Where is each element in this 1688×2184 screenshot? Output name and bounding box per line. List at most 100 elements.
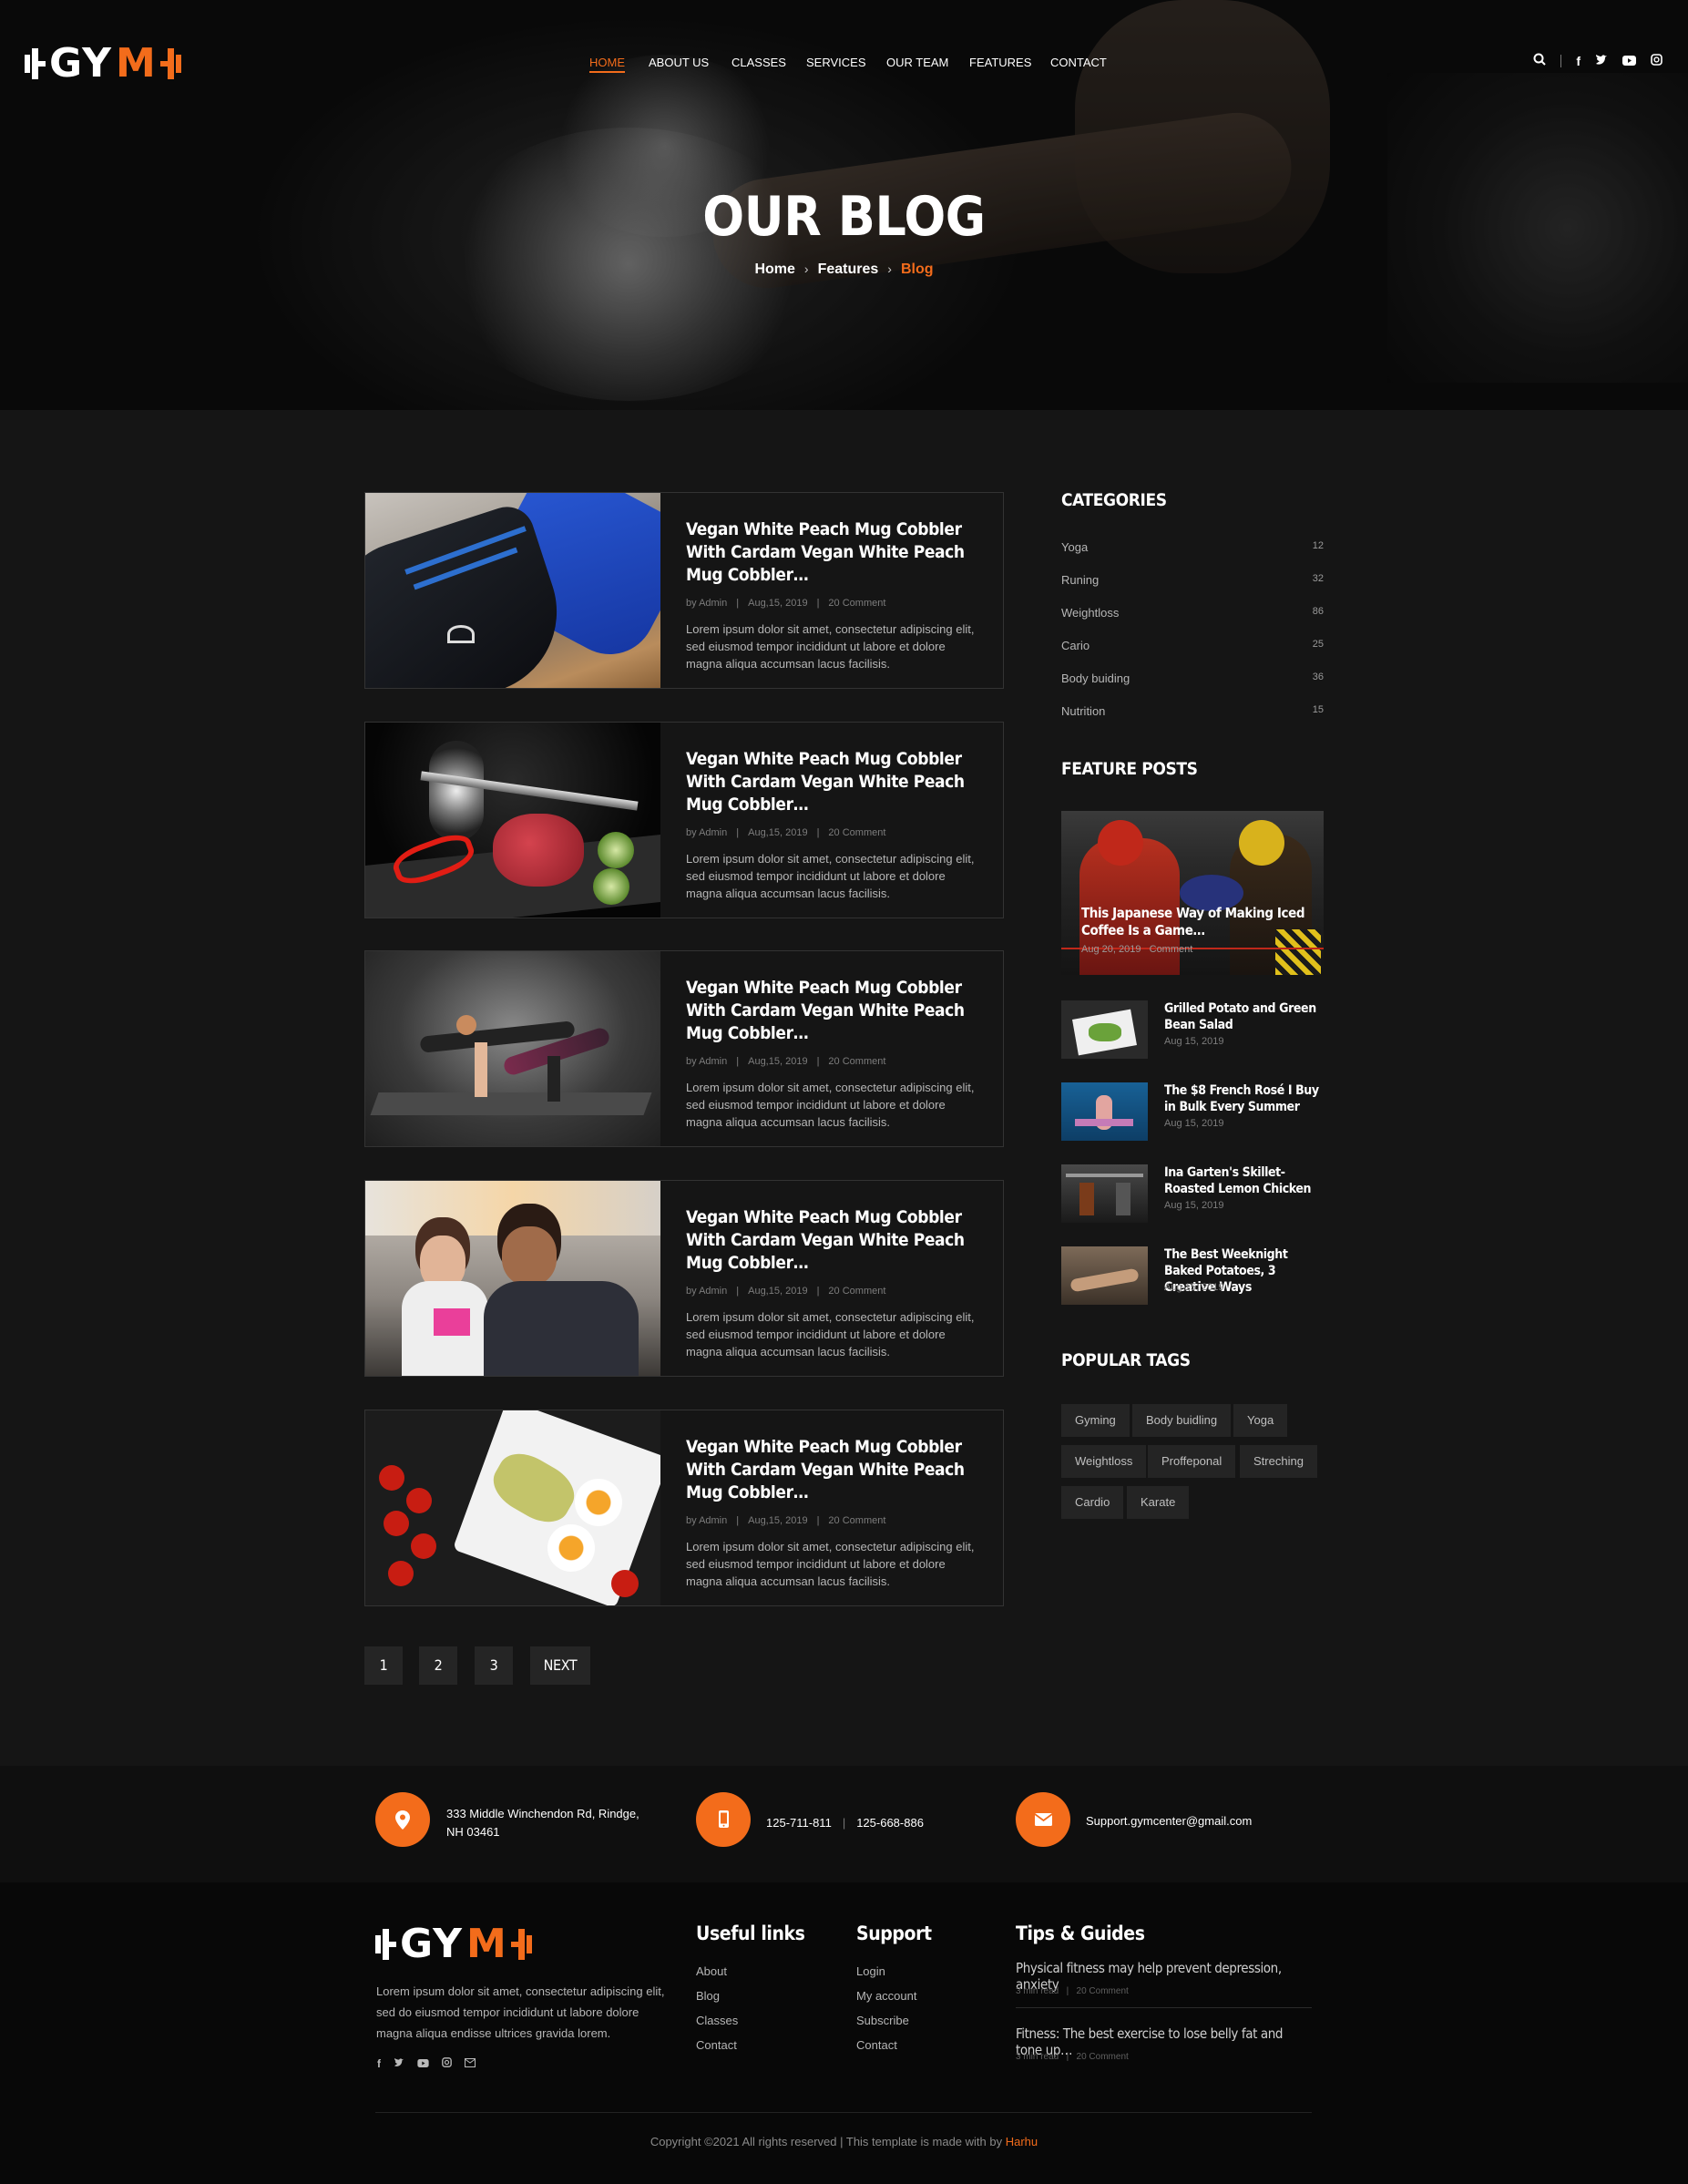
tag-gyming[interactable]: Gyming [1061,1404,1130,1437]
nav-home[interactable]: HOME [589,56,625,73]
youtube-icon[interactable] [417,2057,429,2070]
page-2-button[interactable]: 2 [419,1646,457,1685]
post-thumbnail-image[interactable] [365,951,660,1146]
post-comments[interactable]: 20 Comment [828,1286,885,1297]
next-page-button[interactable]: NEXT [530,1646,590,1685]
post-author[interactable]: by Admin [686,1056,727,1067]
post-date: Aug,15, 2019 [748,1515,808,1526]
chevron-right-icon: › [887,261,892,276]
nav-about-us[interactable]: ABOUT US [649,56,709,69]
post-comments[interactable]: 20 Comment [828,598,885,609]
categories-heading: CATEGORIES [1061,490,1167,510]
footer-link-blog[interactable]: Blog [696,1989,720,2003]
page-1-button[interactable]: 1 [364,1646,403,1685]
contact-strip: 333 Middle Winchendon Rd, Rindge, NH 0346… [0,1766,1688,1882]
post-meta: by Admin | Aug,15, 2019 | 20 Comment [686,827,886,838]
post-thumbnail-image[interactable] [365,493,660,688]
envelope-icon[interactable] [465,2057,476,2070]
copyright: Copyright ©2021 All rights reserved | Th… [650,2135,1038,2148]
instagram-icon[interactable] [1651,53,1662,68]
tag-weightloss[interactable]: Weightloss [1061,1445,1147,1478]
tag-proffeponal[interactable]: Proffeponal [1148,1445,1236,1478]
site-logo[interactable]: GY M [25,40,181,87]
chevron-right-icon: › [803,261,809,276]
nav-features[interactable]: FEATURES [969,56,1031,69]
category-item[interactable]: Body buiding 36 [1061,672,1324,685]
map-pin-icon [375,1792,430,1847]
popular-tags-heading: POPULAR TAGS [1061,1350,1191,1370]
feature-post-item[interactable]: The $8 French Rosé I Buy in Bulk Every S… [1061,1082,1325,1141]
footer-link-classes[interactable]: Classes [696,2014,738,2027]
feature-post-title[interactable]: This Japanese Way of Making Iced Coffee … [1081,905,1309,939]
facebook-icon[interactable]: f [377,2057,381,2070]
envelope-icon [1016,1792,1070,1847]
feature-post-main[interactable]: This Japanese Way of Making Iced Coffee … [1061,811,1324,975]
nav-classes[interactable]: CLASSES [731,56,786,69]
post-title[interactable]: Vegan White Peach Mug Cobbler With Carda… [686,1436,977,1504]
post-date: Aug,15, 2019 [748,598,808,609]
nav-our-team[interactable]: OUR TEAM [886,56,948,69]
dumbbell-right-icon [510,1928,532,1960]
category-item[interactable]: Cario 25 [1061,639,1324,652]
tag-yoga[interactable]: Yoga [1233,1404,1288,1437]
post-title[interactable]: Vegan White Peach Mug Cobbler With Carda… [686,1206,977,1275]
contact-email[interactable]: Support.gymcenter@gmail.com [1086,1812,1252,1830]
nav-services[interactable]: SERVICES [806,56,866,69]
tag-karate[interactable]: Karate [1127,1486,1190,1519]
feature-post-item[interactable]: Grilled Potato and Green Bean Salad Aug … [1061,1000,1325,1059]
post-thumbnail-image[interactable] [365,1410,660,1605]
post-date: Aug,15, 2019 [748,1056,808,1067]
footer-link-about[interactable]: About [696,1964,727,1978]
post-author[interactable]: by Admin [686,598,727,609]
category-item[interactable]: Nutrition 15 [1061,704,1324,718]
feature-post-thumbnail [1061,1164,1148,1223]
breadcrumb: Home › Features › Blog [0,261,1688,278]
post-author[interactable]: by Admin [686,827,727,838]
post-comments[interactable]: 20 Comment [828,1515,885,1526]
tag-cardio[interactable]: Cardio [1061,1486,1124,1519]
tips-guides-heading: Tips & Guides [1016,1923,1145,1944]
category-item[interactable]: Runing 32 [1061,573,1324,587]
tag-body-buidling[interactable]: Body buidling [1132,1404,1232,1437]
divider [1016,2007,1312,2008]
page-3-button[interactable]: 3 [475,1646,513,1685]
footer-link-contact[interactable]: Contact [696,2038,737,2052]
post-title[interactable]: Vegan White Peach Mug Cobbler With Carda… [686,518,977,587]
logo-text-accent: M [116,40,157,87]
footer-logo[interactable]: GY M [375,1921,532,1967]
instagram-icon[interactable] [442,2057,452,2070]
post-title[interactable]: Vegan White Peach Mug Cobbler With Carda… [686,977,977,1045]
feature-post-thumbnail [1061,1082,1148,1141]
breadcrumb-features[interactable]: Features [818,261,879,277]
search-icon[interactable] [1533,53,1547,68]
post-author[interactable]: by Admin [686,1515,727,1526]
facebook-icon[interactable]: f [1576,54,1581,68]
tag-streching[interactable]: Streching [1240,1445,1317,1478]
page-title: OUR BLOG [702,185,986,249]
post-author[interactable]: by Admin [686,1286,727,1297]
breadcrumb-home[interactable]: Home [754,261,794,277]
post-excerpt: Lorem ipsum dolor sit amet, consectetur … [686,852,975,900]
category-item[interactable]: Yoga 12 [1061,540,1324,554]
post-title[interactable]: Vegan White Peach Mug Cobbler With Carda… [686,748,977,816]
logo-text: GY [49,40,113,87]
nav-contact[interactable]: CONTACT [1050,56,1107,69]
footer-link-login[interactable]: Login [856,1964,885,1978]
credit-link[interactable]: Harhu [1006,2135,1038,2148]
feature-post-thumbnail [1061,1000,1148,1059]
feature-post-item[interactable]: Ina Garten's Skillet-Roasted Lemon Chick… [1061,1164,1325,1223]
post-date: Aug,15, 2019 [748,827,808,838]
post-thumbnail-image[interactable] [365,1181,660,1376]
footer-link-support-contact[interactable]: Contact [856,2038,897,2052]
tip-meta: 3 min read | 20 Comment [1016,1986,1129,1996]
feature-post-item[interactable]: The Best Weeknight Baked Potatoes, 3 Cre… [1061,1246,1325,1305]
category-item[interactable]: Weightloss 86 [1061,606,1324,620]
post-comments[interactable]: 20 Comment [828,1056,885,1067]
youtube-icon[interactable] [1622,54,1636,68]
footer-link-subscribe[interactable]: Subscribe [856,2014,909,2027]
post-thumbnail-image[interactable] [365,723,660,918]
post-comments[interactable]: 20 Comment [828,827,885,838]
twitter-icon[interactable] [1595,54,1608,68]
twitter-icon[interactable] [394,2057,404,2070]
footer-link-my-account[interactable]: My account [856,1989,916,2003]
